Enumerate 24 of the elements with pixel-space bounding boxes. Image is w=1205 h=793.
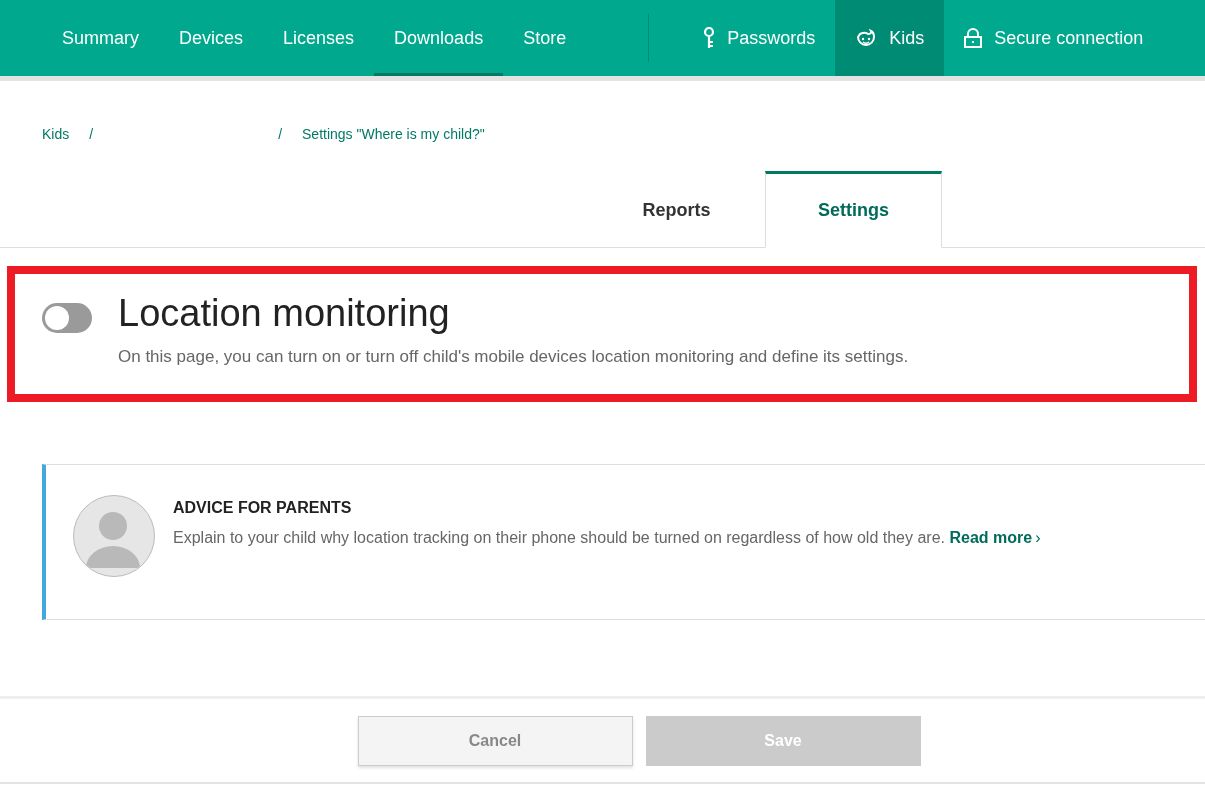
key-icon (703, 27, 716, 49)
section-title: Location monitoring (118, 292, 451, 335)
advice-text: Explain to your child why location tracking on their phone should be turned on regardless of how old they are. (173, 529, 946, 546)
nav-link[interactable]: Licenses (263, 0, 375, 76)
toggle-switch[interactable] (42, 303, 92, 333)
nav-link[interactable]: Devices (159, 0, 264, 76)
cancel-button[interactable]: Cancel (357, 715, 633, 766)
nav-link[interactable]: Secure connection (944, 0, 1164, 76)
nav-link[interactable]: Summary (42, 0, 159, 76)
breadcrumb-separator: / (278, 126, 282, 142)
nav-link[interactable]: Passwords (683, 0, 836, 76)
child-face-icon (855, 28, 878, 48)
section-description: On this page, you can turn on or turn off child's mobile devices location monitoring and define its settings. (118, 347, 909, 367)
nav-link[interactable]: Kids (835, 0, 945, 76)
nav-link[interactable]: Downloads (374, 0, 504, 76)
advice-heading: ADVICE FOR PARENTS (173, 499, 353, 517)
tab[interactable]: Reports (588, 171, 765, 248)
breadcrumb-separator: / (89, 126, 94, 142)
lock-icon (964, 28, 983, 48)
breadcrumb-link[interactable]: Kids (42, 126, 70, 142)
nav-link[interactable]: Store (503, 0, 587, 76)
breadcrumb-link[interactable]: Settings "Where is my child?" (302, 126, 485, 142)
tab[interactable]: Settings (765, 171, 942, 248)
read-more-link[interactable]: Read more › (949, 529, 1041, 546)
